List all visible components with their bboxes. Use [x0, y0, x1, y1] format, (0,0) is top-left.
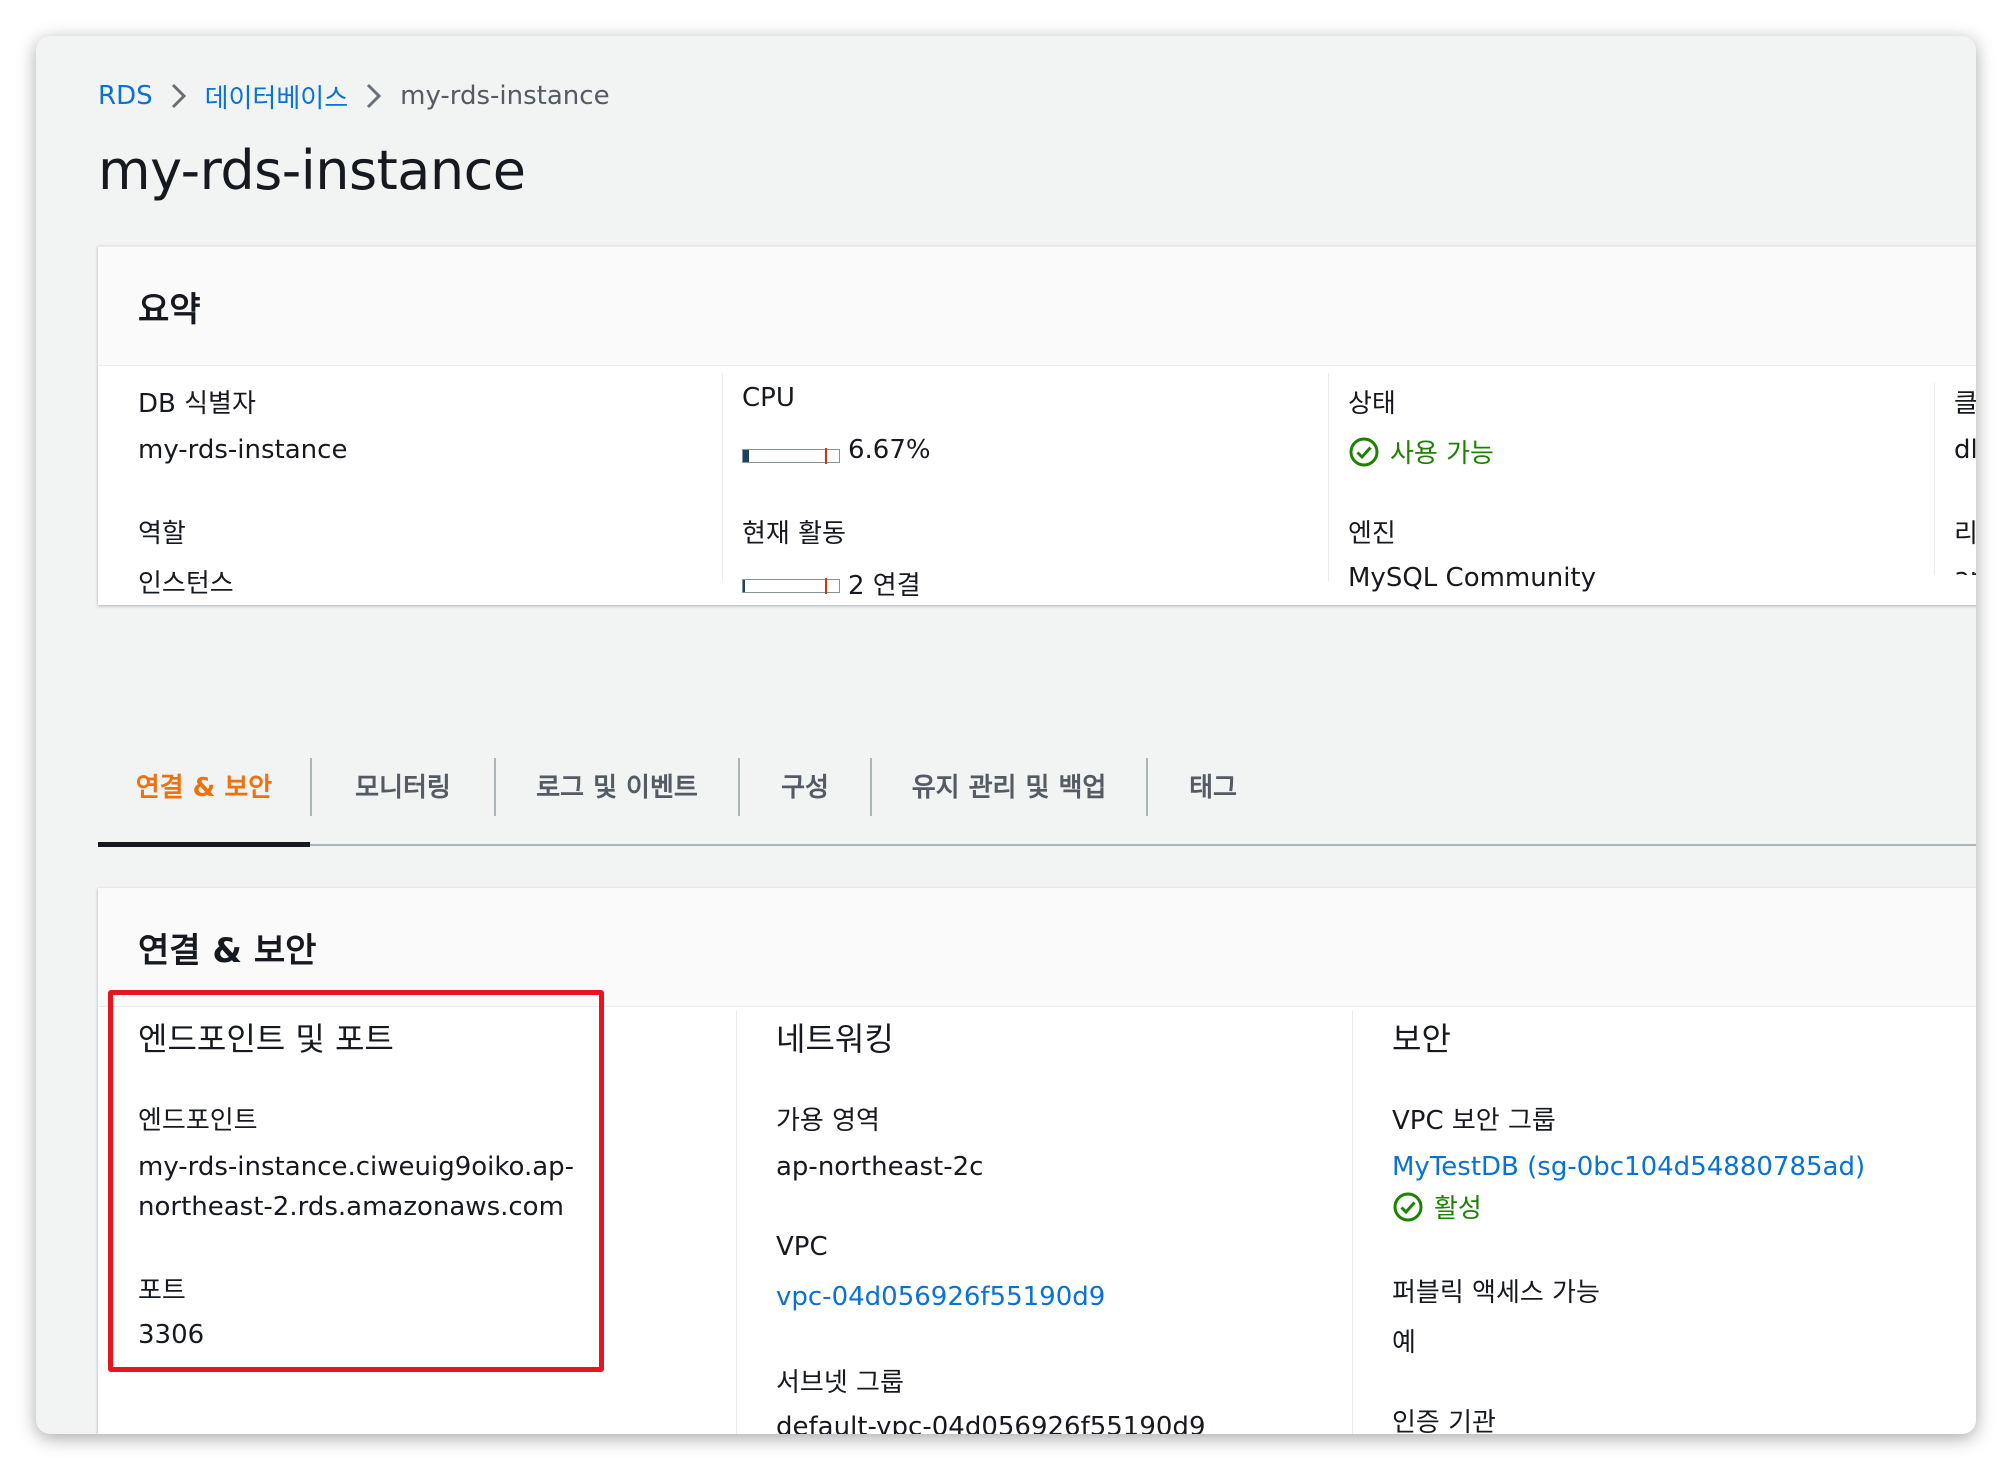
cpu-value: 6.67% [848, 435, 931, 465]
summary-col-truncated: 클 dl 리 ap [1934, 383, 1976, 575]
engine-label: 엔진 [1348, 519, 1396, 549]
tab-logs-events[interactable]: 로그 및 이벤트 [496, 726, 738, 844]
check-circle-icon [1393, 1192, 1423, 1221]
activity-meter-fill [743, 580, 745, 592]
column-divider [736, 1010, 737, 1434]
cpu-meter [742, 448, 840, 464]
active-tab-indicator [98, 842, 310, 847]
tab-maintenance-backup[interactable]: 유지 관리 및 백업 [872, 726, 1146, 844]
vpc-security-group-label: VPC 보안 그룹 [1392, 1106, 1556, 1136]
activity-meter-threshold [825, 578, 827, 594]
summary-col-identifier: DB 식별자 my-rds-instance 역할 인스턴스 [138, 383, 698, 599]
cpu-meter-threshold [825, 448, 827, 464]
breadcrumb-current: my-rds-instance [400, 81, 610, 111]
detail-tabs: 연결 & 보안 모니터링 로그 및 이벤트 구성 유지 관리 및 백업 태그 [98, 726, 1976, 847]
role-label: 역할 [138, 519, 186, 549]
breadcrumb: RDS 데이터베이스 my-rds-instance [98, 74, 610, 118]
availability-zone-label: 가용 영역 [776, 1106, 880, 1136]
status-text: 사용 가능 [1390, 439, 1494, 469]
connectivity-heading: 연결 & 보안 [138, 930, 317, 971]
cpu-label: CPU [742, 383, 795, 413]
role-value: 인스턴스 [138, 569, 234, 599]
summary-header: 요약 [98, 247, 1976, 366]
subnet-group-value: default-vpc-04d056926f55190d9 [776, 1412, 1206, 1434]
activity-meter [742, 578, 840, 594]
tab-tags[interactable]: 태그 [1148, 726, 1278, 844]
security-section-title: 보안 [1392, 1020, 1451, 1058]
chevron-right-icon [348, 74, 400, 118]
db-identifier-label: DB 식별자 [138, 389, 256, 419]
breadcrumb-databases-link[interactable]: 데이터베이스 [205, 78, 349, 115]
tab-configuration[interactable]: 구성 [740, 726, 870, 844]
summary-col-status: 상태 사용 가능 엔진 MySQL Community [1328, 373, 1908, 593]
check-circle-icon [1349, 437, 1379, 466]
security-group-status: 활성 [1392, 1188, 1482, 1225]
status-value: 사용 가능 [1348, 433, 1494, 470]
engine-value: MySQL Community [1348, 563, 1597, 593]
col4-label-2: 리 [1954, 519, 1976, 549]
column-divider [1352, 1010, 1353, 1434]
col4-value-2: ap [1954, 563, 1976, 575]
col4-label-1: 클 [1954, 389, 1976, 419]
column-divider [1934, 383, 1935, 575]
subnet-group-label: 서브넷 그룹 [776, 1368, 904, 1398]
vpc-label: VPC [776, 1232, 828, 1262]
tab-monitoring[interactable]: 모니터링 [312, 726, 494, 844]
endpoint-highlight-box [108, 990, 604, 1372]
db-identifier-value: my-rds-instance [138, 435, 348, 465]
certificate-authority-label: 인증 기관 [1392, 1408, 1496, 1434]
col4-value-1: dl [1954, 435, 1976, 465]
activity-value: 2 연결 [848, 571, 921, 601]
column-divider [722, 373, 723, 581]
console-window: RDS 데이터베이스 my-rds-instance my-rds-instan… [36, 36, 1976, 1434]
availability-zone-value: ap-northeast-2c [776, 1152, 984, 1182]
summary-heading: 요약 [138, 289, 201, 330]
chevron-right-icon [153, 74, 205, 118]
tab-connectivity-security[interactable]: 연결 & 보안 [98, 726, 310, 844]
public-access-value: 예 [1392, 1328, 1416, 1358]
summary-col-cpu: CPU 6.67% 현재 활동 2 연결 [722, 373, 1302, 601]
breadcrumb-rds-link[interactable]: RDS [98, 81, 153, 111]
page-title: my-rds-instance [98, 139, 526, 202]
public-access-label: 퍼블릭 액세스 가능 [1392, 1278, 1600, 1308]
column-divider [1328, 373, 1329, 581]
status-label: 상태 [1348, 389, 1396, 419]
summary-panel: 요약 DB 식별자 my-rds-instance 역할 인스턴스 CPU 6.… [98, 246, 1976, 605]
vpc-link[interactable]: vpc-04d056926f55190d9 [776, 1282, 1105, 1312]
cpu-meter-fill [743, 450, 750, 462]
activity-label: 현재 활동 [742, 519, 846, 549]
security-group-link[interactable]: MyTestDB (sg-0bc104d54880785ad) [1392, 1152, 1865, 1182]
networking-section-title: 네트워킹 [776, 1020, 894, 1058]
security-group-status-text: 활성 [1434, 1194, 1482, 1224]
